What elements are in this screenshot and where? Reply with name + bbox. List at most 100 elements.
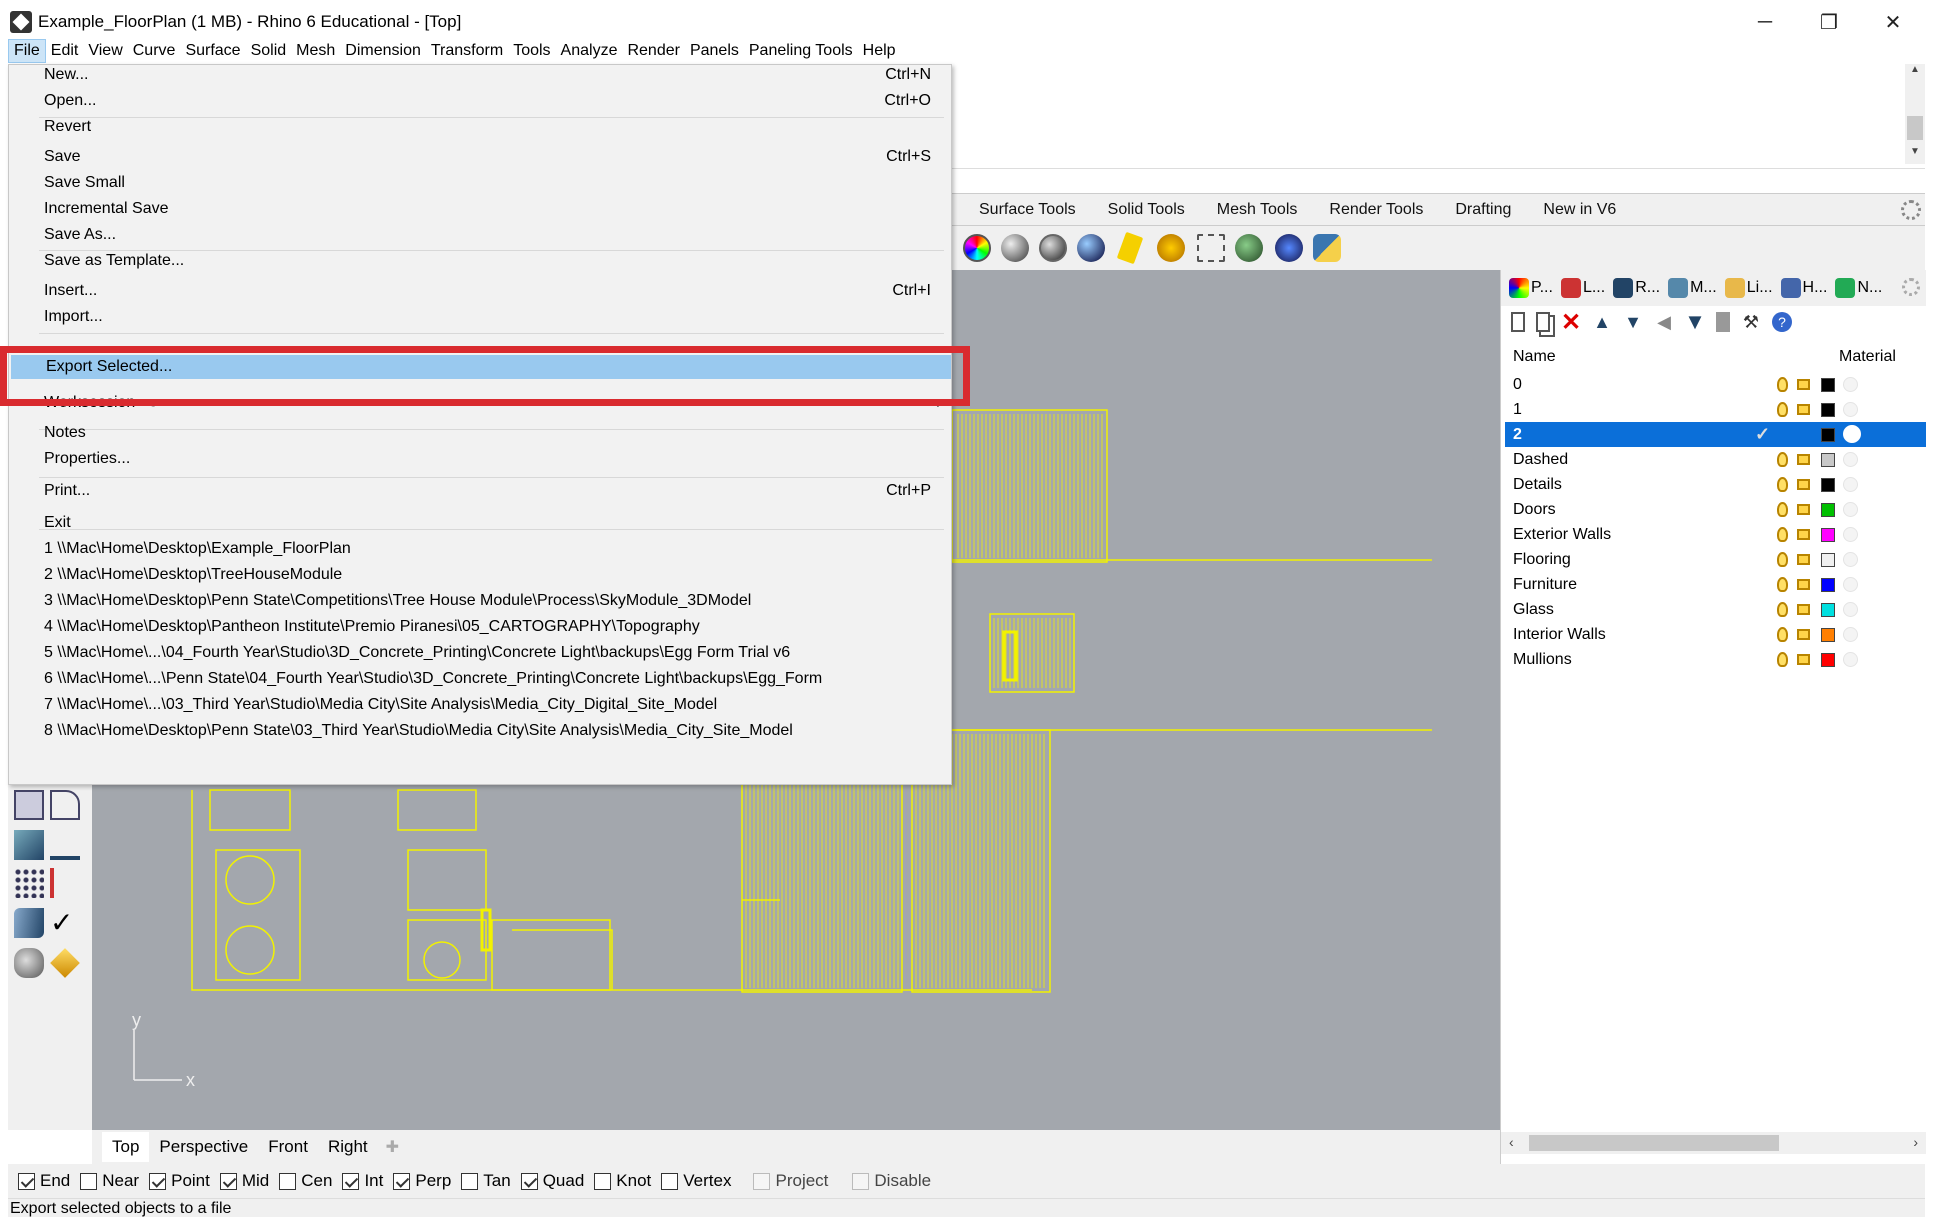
material-sphere-icon[interactable] bbox=[1843, 602, 1858, 617]
file-menu-notes[interactable]: Notes bbox=[9, 421, 951, 445]
layer-row-mullions[interactable]: Mullions bbox=[1505, 647, 1926, 672]
tab-new-in-v6[interactable]: New in V6 bbox=[1527, 195, 1632, 225]
osnap-checkbox[interactable] bbox=[594, 1172, 612, 1190]
panel-tab-5[interactable]: Li... bbox=[1724, 278, 1773, 298]
visibility-bulb-icon[interactable] bbox=[1777, 652, 1788, 667]
file-menu-save-as-template[interactable]: Save as Template... bbox=[9, 249, 951, 273]
file-menu-save-as[interactable]: Save As... bbox=[9, 223, 951, 247]
layer-row-exterior-walls[interactable]: Exterior Walls bbox=[1505, 522, 1926, 547]
layer-color-swatch[interactable] bbox=[1821, 453, 1835, 467]
menu-surface[interactable]: Surface bbox=[180, 39, 245, 63]
visibility-bulb-icon[interactable] bbox=[1777, 627, 1788, 642]
file-menu-exit[interactable]: Exit bbox=[9, 511, 951, 535]
visibility-bulb-icon[interactable] bbox=[1777, 452, 1788, 467]
viewport-tab-right[interactable]: Right bbox=[318, 1132, 378, 1162]
osnap-end[interactable]: End bbox=[18, 1171, 70, 1191]
panel-tab-2[interactable]: L... bbox=[1560, 278, 1605, 298]
layer-color-swatch[interactable] bbox=[1821, 653, 1835, 667]
visibility-bulb-icon[interactable] bbox=[1777, 577, 1788, 592]
material-sphere-icon[interactable] bbox=[1843, 652, 1858, 667]
viewport-tab-front[interactable]: Front bbox=[258, 1132, 318, 1162]
layer-help-icon[interactable]: ? bbox=[1772, 312, 1792, 332]
osnap-project[interactable]: Project bbox=[753, 1171, 828, 1191]
menu-panels[interactable]: Panels bbox=[685, 39, 744, 63]
lock-icon[interactable] bbox=[1797, 504, 1810, 515]
menu-analyze[interactable]: Analyze bbox=[556, 39, 623, 63]
file-menu-import[interactable]: Import... bbox=[9, 305, 951, 329]
panel-gear-icon[interactable] bbox=[1902, 278, 1920, 296]
recent-file-6[interactable]: 6 \\Mac\Home\...\Penn State\04_Fourth Ye… bbox=[9, 667, 951, 691]
layer-row-glass[interactable]: Glass bbox=[1505, 597, 1926, 622]
lock-icon[interactable] bbox=[1797, 579, 1810, 590]
recent-file-2[interactable]: 2 \\Mac\Home\Desktop\TreeHouseModule bbox=[9, 563, 951, 587]
menu-render[interactable]: Render bbox=[622, 39, 684, 63]
menu-file[interactable]: File bbox=[8, 39, 46, 63]
tab-render-tools[interactable]: Render Tools bbox=[1313, 195, 1439, 225]
tools-icon[interactable]: ⚒ bbox=[1741, 312, 1761, 332]
panel-tab-4[interactable]: M... bbox=[1668, 278, 1717, 298]
scroll-left-icon[interactable]: ‹ bbox=[1509, 1134, 1514, 1150]
osnap-vertex[interactable]: Vertex bbox=[661, 1171, 731, 1191]
gumball-icon[interactable] bbox=[50, 868, 80, 898]
material-sphere-icon[interactable] bbox=[1843, 627, 1858, 642]
material-sphere-icon[interactable] bbox=[1843, 502, 1858, 517]
file-menu-revert[interactable]: Revert bbox=[9, 115, 951, 139]
visibility-bulb-icon[interactable] bbox=[1777, 552, 1788, 567]
material-sphere-icon[interactable] bbox=[1843, 527, 1858, 542]
render-icon[interactable] bbox=[50, 948, 80, 978]
layer-row-2[interactable]: 2 ✓ bbox=[1505, 422, 1926, 447]
osnap-checkbox[interactable] bbox=[80, 1172, 98, 1190]
move-left-icon[interactable]: ◀ bbox=[1654, 312, 1674, 332]
solid-icon[interactable] bbox=[14, 948, 44, 978]
file-menu-save-small[interactable]: Save Small bbox=[9, 171, 951, 195]
gear-icon[interactable] bbox=[1901, 200, 1921, 220]
lock-icon[interactable] bbox=[1797, 379, 1810, 390]
recent-file-3[interactable]: 3 \\Mac\Home\Desktop\Penn State\Competit… bbox=[9, 589, 951, 613]
file-menu-save[interactable]: Save Ctrl+S bbox=[9, 145, 951, 169]
menu-mesh[interactable]: Mesh bbox=[291, 39, 340, 63]
recent-file-7[interactable]: 7 \\Mac\Home\...\03_Third Year\Studio\Me… bbox=[9, 693, 951, 717]
osnap-tan[interactable]: Tan bbox=[461, 1171, 511, 1191]
scroll-up-icon[interactable]: ▲ bbox=[1905, 64, 1925, 82]
osnap-checkbox[interactable] bbox=[520, 1172, 538, 1190]
layer-row-1[interactable]: 1 bbox=[1505, 397, 1926, 422]
viewport-tab-top[interactable]: Top bbox=[102, 1132, 150, 1162]
tab-drafting[interactable]: Drafting bbox=[1439, 195, 1527, 225]
lock-icon[interactable] bbox=[1797, 454, 1810, 465]
osnap-checkbox[interactable] bbox=[149, 1172, 167, 1190]
file-menu-new[interactable]: New... Ctrl+N bbox=[9, 63, 951, 87]
layers-horizontal-scrollbar[interactable]: ‹ › bbox=[1501, 1132, 1926, 1154]
layer-color-swatch[interactable] bbox=[1821, 428, 1835, 442]
osnap-checkbox[interactable] bbox=[661, 1172, 679, 1190]
lock-icon[interactable] bbox=[1797, 629, 1810, 640]
scroll-thumb[interactable] bbox=[1529, 1135, 1779, 1151]
menu-view[interactable]: View bbox=[83, 39, 127, 63]
osnap-quad[interactable]: Quad bbox=[520, 1171, 584, 1191]
osnap-point[interactable]: Point bbox=[149, 1171, 210, 1191]
lock-icon[interactable] bbox=[1797, 479, 1810, 490]
shaded-sphere-icon[interactable] bbox=[1001, 234, 1029, 262]
current-layer-check-icon[interactable]: ✓ bbox=[1755, 422, 1770, 447]
layer-row-0[interactable]: 0 bbox=[1505, 372, 1926, 397]
minimize-button[interactable]: ─ bbox=[1733, 4, 1797, 40]
extrude-icon[interactable] bbox=[50, 830, 80, 860]
file-menu-open[interactable]: Open... Ctrl+O bbox=[9, 89, 951, 113]
osnap-checkbox[interactable] bbox=[219, 1172, 237, 1190]
osnap-near[interactable]: Near bbox=[80, 1171, 139, 1191]
help-icon[interactable] bbox=[1275, 234, 1303, 262]
material-column-header[interactable]: Material bbox=[1839, 348, 1896, 366]
delete-layer-icon[interactable]: ✕ bbox=[1561, 309, 1581, 336]
lock-icon[interactable] bbox=[1797, 554, 1810, 565]
material-sphere-icon[interactable] bbox=[1843, 377, 1858, 392]
menu-transform[interactable]: Transform bbox=[426, 39, 508, 63]
command-scrollbar[interactable]: ▲ ▼ bbox=[1905, 64, 1925, 164]
lock-icon[interactable] bbox=[1797, 604, 1810, 615]
visibility-bulb-icon[interactable] bbox=[1777, 527, 1788, 542]
python-icon[interactable] bbox=[1313, 234, 1341, 262]
move-up-icon[interactable]: ▲ bbox=[1592, 312, 1612, 332]
layer-row-interior-walls[interactable]: Interior Walls bbox=[1505, 622, 1926, 647]
osnap-checkbox[interactable] bbox=[279, 1172, 297, 1190]
osnap-checkbox[interactable] bbox=[461, 1172, 479, 1190]
tab-solid-tools[interactable]: Solid Tools bbox=[1092, 195, 1201, 225]
panel-tab-3[interactable]: R... bbox=[1613, 278, 1660, 298]
